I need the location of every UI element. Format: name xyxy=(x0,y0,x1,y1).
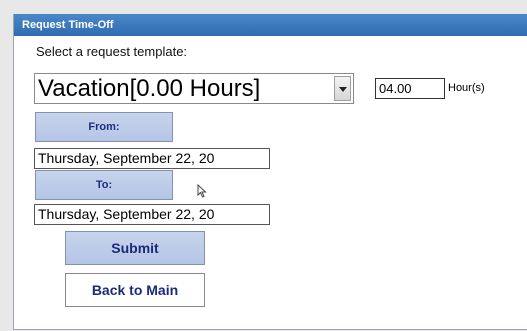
back-to-main-button[interactable]: Back to Main xyxy=(65,273,205,307)
window-title: Request Time-Off xyxy=(14,14,527,36)
template-label: Select a request template: xyxy=(36,44,188,59)
request-time-off-window: Request Time-Off Select a request templa… xyxy=(13,14,527,330)
hours-input[interactable]: 04.00 xyxy=(375,78,445,99)
chevron-down-icon[interactable] xyxy=(334,76,351,101)
template-selected-value: Vacation[0.00 Hours] xyxy=(38,75,261,102)
to-date-field[interactable]: Thursday, September 22, 20 xyxy=(34,204,270,225)
from-date-field[interactable]: Thursday, September 22, 20 xyxy=(34,148,270,169)
template-select[interactable]: Vacation[0.00 Hours] xyxy=(34,73,354,104)
from-date-button[interactable]: From: xyxy=(35,112,173,142)
mouse-pointer-icon xyxy=(197,184,207,198)
to-date-button[interactable]: To: xyxy=(35,170,173,200)
submit-button[interactable]: Submit xyxy=(65,231,205,265)
hours-unit-label: Hour(s) xyxy=(448,82,485,94)
